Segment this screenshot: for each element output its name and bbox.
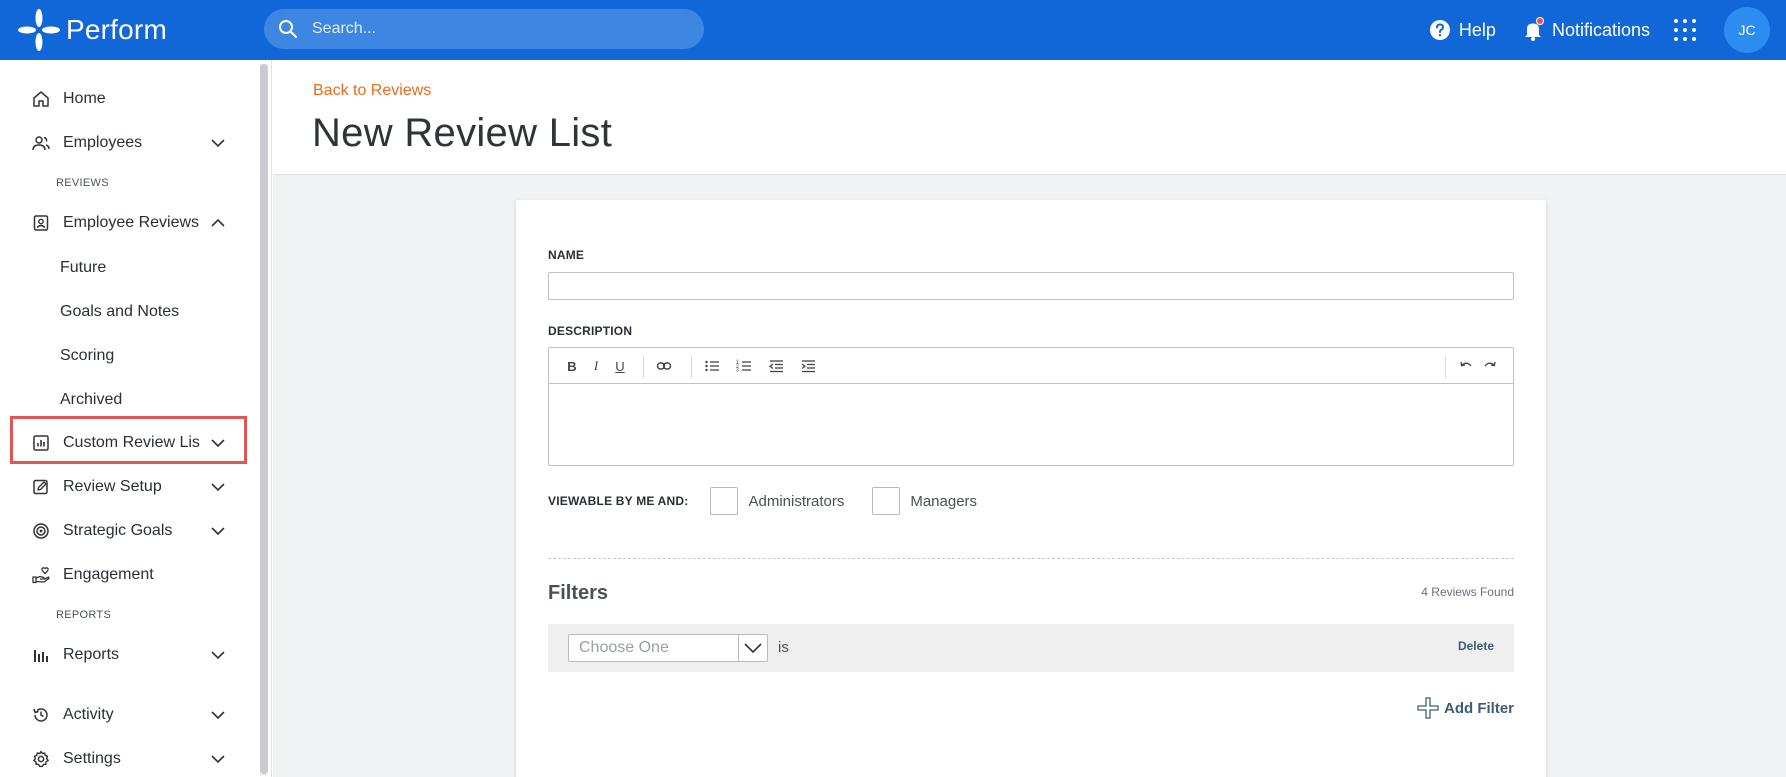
filter-field-select[interactable]: Choose One	[568, 634, 768, 662]
indent-icon[interactable]	[799, 357, 817, 375]
delete-filter-button[interactable]: Delete	[1458, 639, 1494, 653]
viewable-label: VIEWABLE BY ME AND:	[548, 494, 689, 508]
notification-dot	[1535, 17, 1544, 25]
bullet-list-icon[interactable]	[703, 357, 721, 375]
reviews-found-count: 4 Reviews Found	[1421, 585, 1514, 599]
hand-heart-icon	[32, 567, 50, 584]
toolbar-divider	[1445, 356, 1446, 378]
app-name: Perform	[66, 14, 167, 45]
chevron-down-icon	[211, 527, 225, 536]
sidebar-item-review-setup[interactable]: Review Setup	[12, 467, 246, 507]
sidebar-subitem-archived[interactable]: Archived	[60, 385, 122, 415]
undo-icon[interactable]	[1457, 357, 1475, 375]
user-avatar[interactable]: JC	[1724, 7, 1770, 53]
sidebar-subitem-goals-and-notes[interactable]: Goals and Notes	[60, 297, 179, 327]
page-header: Back to Reviews New Review List	[273, 60, 1786, 175]
chevron-down-icon	[211, 139, 225, 148]
administrators-checkbox[interactable]	[710, 487, 739, 515]
description-label: DESCRIPTION	[548, 324, 633, 338]
chevron-down-icon	[211, 651, 225, 660]
sidebar-item-strategic-goals[interactable]: Strategic Goals	[12, 511, 246, 551]
filters-heading: Filters	[548, 582, 609, 604]
filter-operator: is	[778, 639, 789, 656]
description-editor[interactable]: B I U 123	[548, 347, 1514, 466]
logo-icon	[18, 9, 60, 51]
help-button[interactable]: Help	[1429, 19, 1496, 41]
sidebar-scrollbar[interactable]	[260, 64, 268, 776]
redo-icon[interactable]	[1481, 357, 1499, 375]
people-icon	[32, 136, 50, 151]
administrators-label: Administrators	[748, 492, 845, 510]
bold-icon[interactable]: B	[563, 357, 581, 375]
sidebar-item-settings[interactable]: Settings	[12, 739, 246, 777]
managers-label: Managers	[910, 492, 978, 510]
toolbar-divider	[643, 356, 644, 378]
search-icon	[279, 20, 297, 38]
name-input[interactable]	[548, 272, 1514, 300]
history-icon	[33, 708, 48, 722]
add-filter-button[interactable]: Add Filter	[1416, 696, 1514, 720]
form-card: NAME DESCRIPTION B I U 123 VIEWABLE BY M…	[516, 200, 1546, 777]
chevron-down-icon	[211, 483, 225, 492]
apps-grid-icon[interactable]	[1674, 19, 1696, 41]
sidebar-item-employee-reviews[interactable]: Employee Reviews	[12, 203, 246, 243]
review-badge-icon	[33, 215, 49, 231]
top-bar: Perform Help Notifications	[0, 0, 1786, 60]
target-icon	[33, 523, 49, 539]
sidebar-subitem-scoring[interactable]: Scoring	[60, 341, 114, 371]
italic-icon[interactable]: I	[587, 357, 605, 375]
section-label-reviews: REVIEWS	[56, 177, 109, 189]
plus-icon	[1417, 697, 1439, 719]
chevron-down-icon	[211, 711, 225, 720]
managers-checkbox[interactable]	[872, 487, 901, 515]
scrollbar-thumb[interactable]	[260, 64, 268, 774]
sidebar-item-employees[interactable]: Employees	[12, 123, 246, 163]
section-label-reports: REPORTS	[56, 609, 112, 621]
name-label: NAME	[548, 248, 585, 262]
bar-chart-icon	[34, 650, 48, 662]
link-icon[interactable]	[655, 357, 673, 375]
sidebar-item-engagement[interactable]: Engagement	[12, 555, 246, 595]
svg-text:3: 3	[736, 368, 739, 374]
underline-icon[interactable]: U	[611, 357, 629, 375]
numbered-list-icon[interactable]: 123	[735, 357, 753, 375]
page-title: New Review List	[312, 111, 613, 155]
editor-toolbar: B I U 123	[549, 348, 1513, 384]
search-input[interactable]	[312, 20, 692, 38]
chevron-down-icon	[211, 755, 225, 764]
section-divider	[548, 558, 1514, 559]
chevron-up-icon	[211, 218, 225, 227]
filter-row: Choose One is Delete	[548, 624, 1514, 672]
notifications-label: Notifications	[1551, 19, 1650, 40]
sidebar-item-reports[interactable]: Reports	[12, 635, 246, 675]
notifications-button[interactable]: Notifications	[1522, 17, 1650, 41]
add-filter-label: Add Filter	[1444, 699, 1514, 717]
help-icon	[1429, 20, 1450, 40]
home-icon	[33, 91, 49, 107]
edit-square-icon	[33, 479, 48, 495]
back-to-reviews-link[interactable]: Back to Reviews	[313, 82, 431, 100]
help-label: Help	[1458, 19, 1496, 40]
highlight-box	[10, 416, 247, 464]
select-value: Choose One	[579, 639, 669, 656]
sidebar-item-home[interactable]: Home	[12, 79, 246, 119]
search-bar[interactable]	[264, 9, 704, 49]
toolbar-divider	[691, 356, 692, 378]
gear-icon	[33, 750, 49, 768]
sidebar-item-activity[interactable]: Activity	[12, 695, 246, 735]
sidebar-subitem-future[interactable]: Future	[60, 253, 106, 283]
app-logo[interactable]: Perform	[16, 4, 167, 56]
outdent-icon[interactable]	[767, 357, 785, 375]
viewable-by-row: VIEWABLE BY ME AND: Administrators Manag…	[548, 486, 977, 516]
main-content: Back to Reviews New Review List NAME DES…	[273, 60, 1786, 777]
chevron-down-icon[interactable]	[738, 635, 767, 661]
